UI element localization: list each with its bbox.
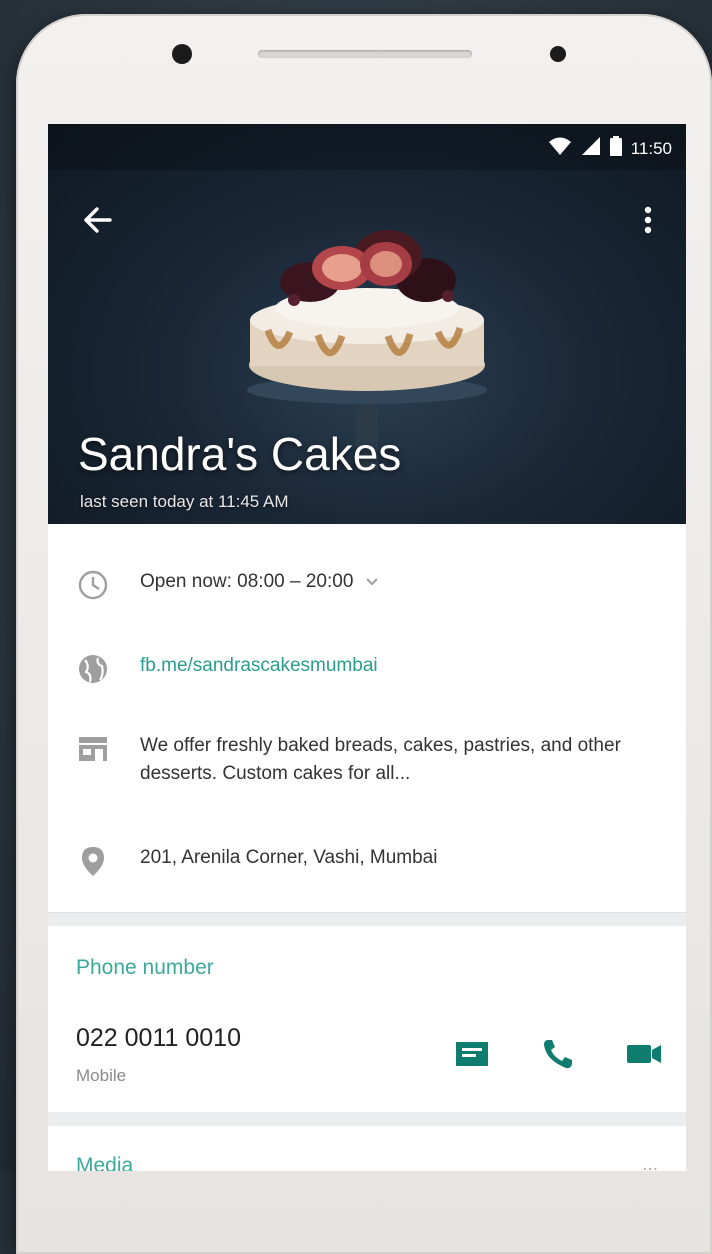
business-name: Sandra's Cakes [78,428,402,480]
message-button[interactable] [452,1034,492,1074]
back-button[interactable] [78,200,118,240]
message-icon [456,1042,488,1066]
last-seen-status: last seen today at 11:45 AM [80,492,289,511]
earpiece-speaker [258,50,472,58]
description-row: We offer freshly baked breads, cakes, pa… [48,732,686,788]
phone-icon [544,1040,572,1069]
video-call-button[interactable] [624,1034,664,1074]
business-hours: Open now: 08:00 – 20:00 [140,571,354,592]
arrow-left-icon [84,207,112,233]
section-divider [48,912,686,927]
phone-section-label: Phone number [76,956,214,979]
chevron-down-icon[interactable] [365,568,379,601]
videocam-icon [627,1045,661,1063]
address-row[interactable]: 201, Arenila Corner, Vashi, Mumbai [48,844,686,878]
media-section-label: Media [76,1154,134,1171]
status-time: 11:50 [630,138,672,158]
business-info-card: Open now: 08:00 – 20:00 fb.me/sandrascak… [48,524,686,912]
phone-screen: 11:50 Sandra's Cakes last seen today at … [48,124,686,1171]
signal-icon [581,136,601,161]
website-link[interactable]: fb.me/sandrascakesmumbai [140,652,378,680]
business-address: 201, Arenila Corner, Vashi, Mumbai [140,847,438,868]
phone-number-card: Phone number 022 0011 0010 Mobile [48,926,686,1112]
media-card[interactable]: Media ... [48,1126,686,1171]
clock-icon [76,568,110,602]
media-count: ... [642,1154,658,1171]
overflow-menu-button[interactable] [636,200,660,240]
phone-number[interactable]: 022 0011 0010 [76,1024,241,1053]
location-pin-icon [76,844,110,878]
section-divider [48,1112,686,1126]
phone-number-type: Mobile [76,1066,127,1085]
vertical-dots-icon [644,206,652,234]
profile-header: 11:50 Sandra's Cakes last seen today at … [48,124,686,524]
business-description: We offer freshly baked breads, cakes, pa… [140,735,621,784]
wifi-icon [548,136,572,161]
globe-icon [76,652,110,686]
website-row[interactable]: fb.me/sandrascakesmumbai [48,652,686,686]
call-button[interactable] [538,1034,578,1074]
storefront-icon [76,732,110,766]
proximity-sensor [550,46,566,62]
front-camera [172,44,192,64]
business-hours-row[interactable]: Open now: 08:00 – 20:00 [48,568,686,602]
battery-icon [609,136,622,161]
status-bar: 11:50 [48,124,686,170]
